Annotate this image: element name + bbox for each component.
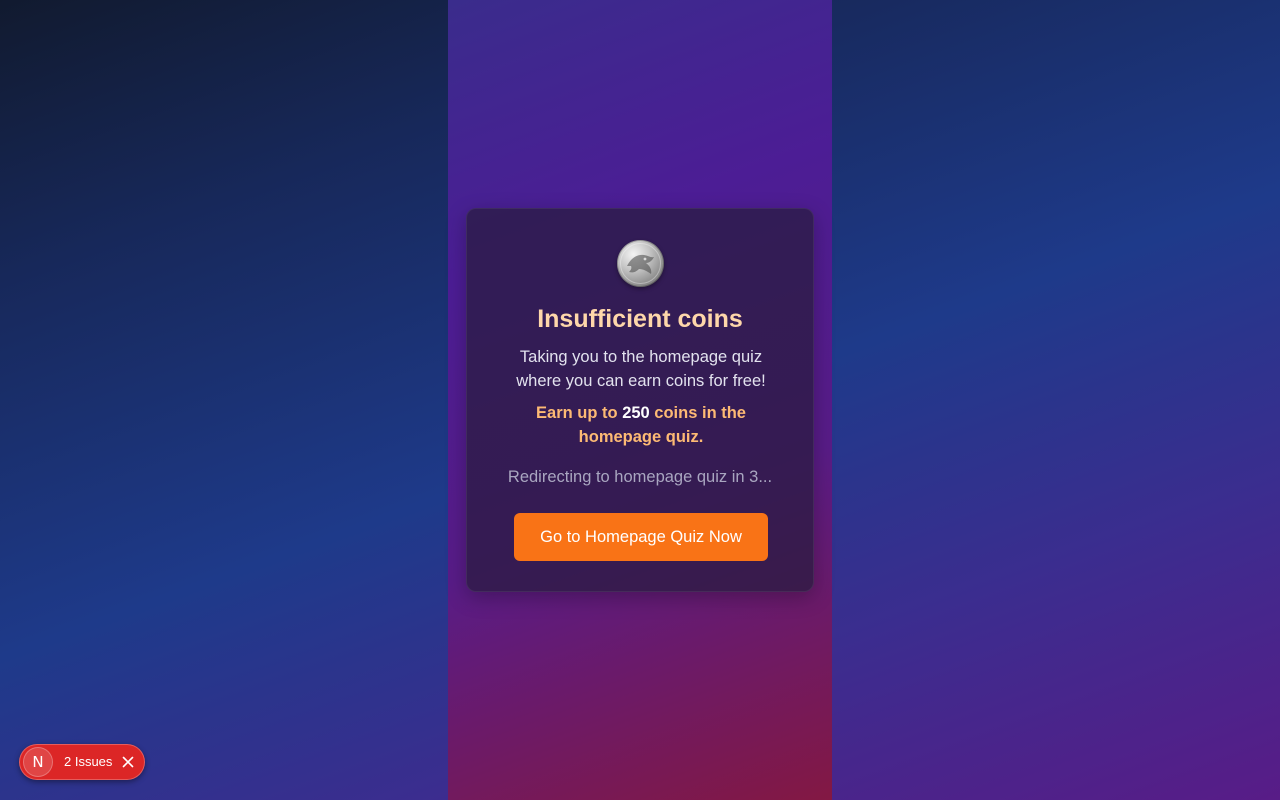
earn-coins-message: Earn up to 250 coins in the homepage qui… [517,401,765,449]
insufficient-coins-card: Insufficient coins Taking you to the hom… [466,208,814,592]
earn-amount: 250 [622,404,650,422]
earn-prefix: Earn up to [536,404,623,422]
dev-issues-indicator[interactable]: N 2 Issues [19,744,145,780]
close-icon[interactable] [120,754,136,770]
modal-description: Taking you to the homepage quiz where yo… [516,348,766,390]
go-to-homepage-quiz-button[interactable]: Go to Homepage Quiz Now [514,513,768,561]
modal-title: Insufficient coins [537,305,743,333]
nextjs-logo-icon[interactable]: N [23,747,53,777]
redirect-countdown: Redirecting to homepage quiz in 3... [507,468,773,486]
coin-icon [617,240,664,287]
issues-count-label[interactable]: 2 Issues [64,745,112,779]
